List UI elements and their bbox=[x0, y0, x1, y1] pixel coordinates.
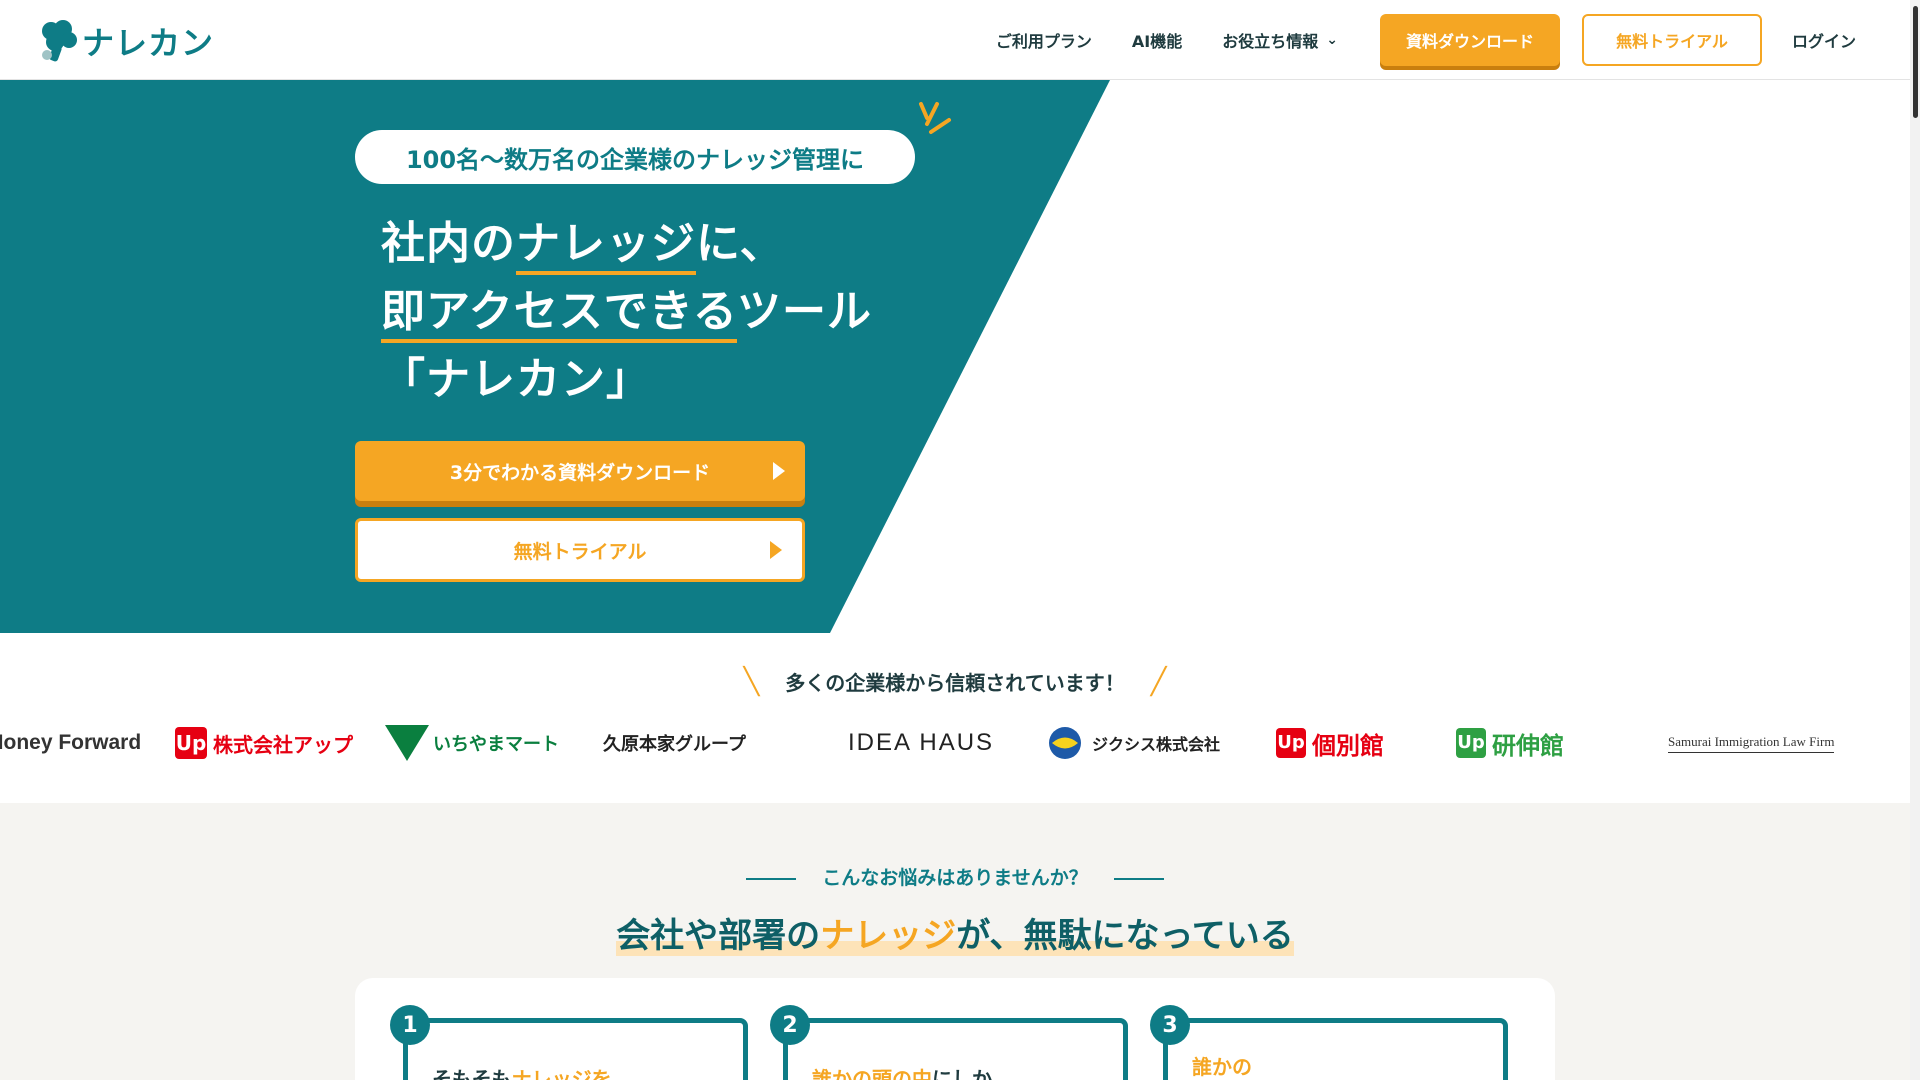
gyxis-mark-icon bbox=[1049, 727, 1081, 759]
problem-card-text-b: ナレッジを bbox=[511, 1067, 612, 1080]
client-logo-text: いちやまマート bbox=[433, 734, 559, 755]
nav-useful-dropdown[interactable]: お役立ち情報 ⌄ bbox=[1222, 28, 1338, 52]
hero-headline-line-3: 「ナレカン」 bbox=[381, 354, 651, 405]
chevron-down-icon: ⌄ bbox=[1326, 32, 1338, 48]
client-logo-text: 研伸館 bbox=[1492, 731, 1564, 760]
problem-card: 2 誰かの頭の中にしか bbox=[770, 1005, 1128, 1080]
problem-card: 3 誰かの bbox=[1150, 1005, 1508, 1080]
problem-card-number: 1 bbox=[390, 1005, 430, 1045]
client-logo-kobetsukan: Up 個別館 bbox=[1276, 713, 1384, 773]
hero-section: 100名〜数万名の企業様のナレッジ管理に 社内のナレッジに、 即アクセスできるツ… bbox=[0, 80, 1910, 633]
client-logo-ideahaus: IDEA HAUS bbox=[848, 713, 994, 773]
client-logo-text: 久原本家グループ bbox=[603, 734, 746, 755]
up-logo-icon: Up bbox=[1456, 728, 1486, 758]
client-logo-text: 個別館 bbox=[1312, 731, 1384, 760]
broccoli-logo-icon bbox=[42, 20, 77, 62]
play-arrow-icon bbox=[773, 462, 785, 480]
hero-headline: 社内のナレッジに、 即アクセスできるツール 「ナレカン」 bbox=[381, 210, 872, 414]
hero-download-button[interactable]: 3分でわかる資料ダウンロード bbox=[355, 441, 805, 501]
main-nav: ご利用プラン AI機能 お役立ち情報 ⌄ 資料ダウンロード 無料トライアル ログ… bbox=[956, 14, 1856, 66]
page-scrollbar[interactable] bbox=[1910, 0, 1920, 1080]
ichiyama-mark-icon bbox=[385, 725, 429, 761]
slash-left-icon: ╲ bbox=[743, 667, 760, 697]
brand-logo[interactable]: ナレカン bbox=[38, 18, 214, 64]
trust-heading-text: 多くの企業様から信頼されています！ bbox=[785, 671, 1125, 695]
client-logo-kenshinkan: Up 研伸館 bbox=[1456, 713, 1564, 773]
nav-ai-link[interactable]: AI機能 bbox=[1132, 28, 1182, 52]
hero-headline-text: に、 bbox=[696, 218, 785, 269]
client-logo-text: IDEA HAUS bbox=[848, 729, 995, 756]
problems-eyebrow: こんなお悩みはありませんか？ bbox=[0, 863, 1910, 890]
problems-title-text: が、無駄になっている bbox=[956, 916, 1294, 956]
problem-card-text-b: にしか bbox=[932, 1067, 992, 1080]
hero-teal-background bbox=[0, 80, 1110, 633]
client-logo-text: Money Forward bbox=[0, 731, 142, 754]
nav-trial-button[interactable]: 無料トライアル bbox=[1581, 14, 1762, 66]
hero-headline-text: 社内の bbox=[381, 218, 516, 269]
problems-title-text: 会社や部署の bbox=[616, 916, 821, 956]
problem-card-text: そもそもナレッジを bbox=[432, 1063, 612, 1080]
problem-card-text-a: 誰かの頭の中 bbox=[812, 1067, 932, 1080]
nav-login-link[interactable]: ログイン bbox=[1792, 28, 1856, 52]
problem-cards-panel: 1 そもそもナレッジを 2 誰かの頭の中にしか 3 誰かの bbox=[355, 978, 1555, 1080]
client-logo-text: 株式会社アップ bbox=[213, 732, 353, 757]
brand-name: ナレカン bbox=[82, 24, 215, 62]
client-logo-gyxis: ジクシス株式会社 bbox=[1046, 713, 1220, 773]
problem-card-text-a: そもそも bbox=[432, 1067, 512, 1080]
client-logo-ichiyama: いちやまマート bbox=[385, 713, 559, 773]
hero-badge: 100名〜数万名の企業様のナレッジ管理に bbox=[355, 130, 915, 184]
scrollbar-thumb[interactable] bbox=[1913, 6, 1918, 118]
play-arrow-icon bbox=[770, 541, 782, 559]
problem-card-text: 誰かの頭の中にしか bbox=[812, 1063, 992, 1080]
problem-card-text-b: 誰かの bbox=[1192, 1055, 1252, 1079]
client-logo-text: ジクシス株式会社 bbox=[1092, 735, 1221, 754]
problems-section: こんなお悩みはありませんか？ 会社や部署のナレッジが、無駄になっている 1 そも… bbox=[0, 803, 1910, 1080]
hero-trial-button[interactable]: 無料トライアル bbox=[355, 518, 805, 582]
nav-download-button[interactable]: 資料ダウンロード bbox=[1379, 14, 1560, 66]
hero-headline-text: ツール bbox=[737, 286, 873, 337]
problem-card-text: 誰かの bbox=[1192, 1051, 1252, 1080]
hero-headline-line-1: 社内のナレッジに、 bbox=[381, 210, 872, 278]
problems-eyebrow-text: こんなお悩みはありませんか？ bbox=[822, 867, 1088, 889]
sparkle-accent-icon bbox=[919, 102, 951, 134]
problem-card-number: 3 bbox=[1150, 1005, 1190, 1045]
site-header: ナレカン ご利用プラン AI機能 お役立ち情報 ⌄ 資料ダウンロード 無料トライ… bbox=[0, 0, 1910, 80]
slash-right-icon: ╱ bbox=[1150, 667, 1167, 697]
problem-card: 1 そもそもナレッジを bbox=[390, 1005, 748, 1080]
client-logo-up: Up 株式会社アップ bbox=[175, 713, 353, 773]
hero-headline-line-2: 即アクセスできるツール bbox=[381, 278, 872, 346]
problems-title: 会社や部署のナレッジが、無駄になっている bbox=[0, 908, 1910, 957]
problems-title-highlight: ナレッジ bbox=[820, 916, 957, 956]
problem-card-number: 2 bbox=[770, 1005, 810, 1045]
trusted-by-section: ╲ 多くの企業様から信頼されています！ ╱ Money Forward Up 株式会… bbox=[0, 633, 1910, 803]
up-logo-icon: Up bbox=[175, 727, 207, 759]
hero-headline-highlight: ナレッジ bbox=[516, 218, 696, 275]
nav-useful-label: お役立ち情報 bbox=[1222, 32, 1319, 51]
divider bbox=[746, 877, 797, 880]
client-logo-samurai: Samurai Immigration Law Firm bbox=[1668, 713, 1835, 773]
up-logo-icon: Up bbox=[1276, 728, 1306, 758]
divider bbox=[1113, 877, 1164, 880]
hero-trial-label: 無料トライアル bbox=[513, 540, 647, 563]
client-logo-money-forward: Money Forward bbox=[0, 713, 141, 773]
client-logo-text: Samurai Immigration Law Firm bbox=[1668, 734, 1835, 753]
nav-plan-link[interactable]: ご利用プラン bbox=[996, 28, 1092, 52]
hero-headline-highlight: 即アクセスできる bbox=[381, 286, 738, 343]
client-logo-strip: Money Forward Up 株式会社アップ いちやまマート 久原本家グルー… bbox=[0, 713, 1910, 773]
hero-download-label: 3分でわかる資料ダウンロード bbox=[449, 461, 711, 484]
trust-heading: ╲ 多くの企業様から信頼されています！ ╱ bbox=[0, 667, 1910, 697]
client-logo-kubara: 久原本家グループ bbox=[603, 713, 746, 773]
